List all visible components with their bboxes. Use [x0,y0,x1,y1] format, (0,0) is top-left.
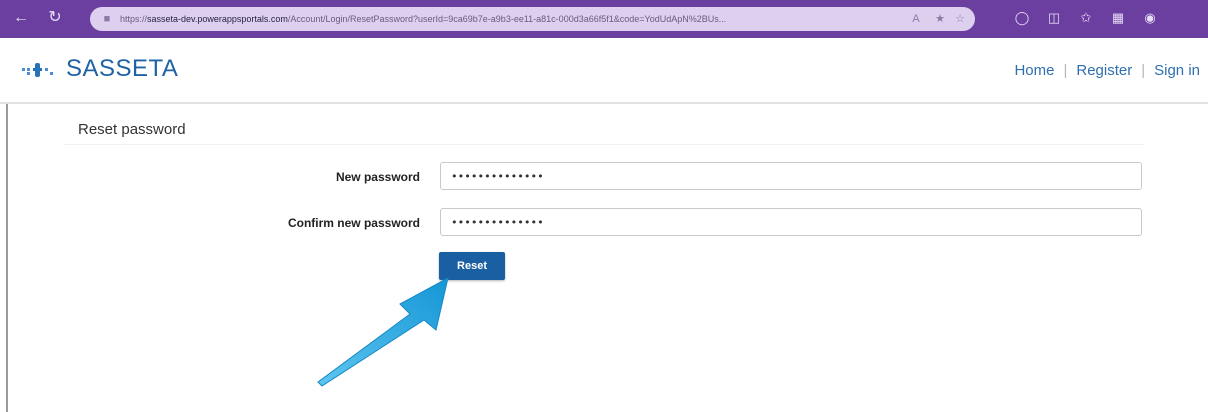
address-bar[interactable]: ■ https://sasseta-dev.powerappsportals.c… [90,7,975,31]
brand-name[interactable]: SASSETA [66,54,178,84]
favorites-icon[interactable]: ✩ [1076,8,1096,28]
nav-separator: | [1063,62,1068,79]
profile-extension-icon[interactable]: ◉ [1140,8,1160,28]
translate-icon[interactable]: A [908,11,924,27]
page-title: Reset password [78,121,186,138]
confirm-password-input[interactable] [440,208,1142,236]
split-screen-icon[interactable]: ◫ [1044,8,1064,28]
url-path: /Account/Login/ResetPassword?userId=9ca6… [287,14,727,24]
browser-toolbar: ← ↻ ■ https://sasseta-dev.powerappsporta… [0,0,1208,38]
url-scheme: https:// [120,14,148,24]
url-host: sasseta-dev.powerappsportals.com [147,14,288,24]
site-header: SASSETA Home | Register | Sign in [0,38,1208,104]
nav-register-link[interactable]: Register [1076,62,1132,79]
back-arrow-icon[interactable]: ← [10,7,32,29]
refresh-icon[interactable]: ↻ [44,7,66,29]
nav-separator: | [1141,62,1146,79]
url-text: https://sasseta-dev.powerappsportals.com… [120,12,880,26]
collections-icon[interactable]: ▦ [1108,8,1128,28]
annotation-arrow-icon [317,277,449,387]
confirm-password-label: Confirm new password [287,216,420,230]
content-left-border [6,104,8,412]
sasseta-logo-icon[interactable] [22,60,60,80]
nav-sign-in-link[interactable]: Sign in [1154,62,1200,79]
new-password-label: New password [335,170,420,184]
read-aloud-icon[interactable]: ★ [932,11,948,27]
new-password-input[interactable] [440,162,1142,190]
lock-icon[interactable]: ■ [99,11,115,27]
top-nav: Home | Register | Sign in [1014,62,1200,80]
title-divider [64,144,1144,145]
favorite-star-icon[interactable]: ☆ [952,11,968,27]
extension-icon[interactable]: ◯ [1012,8,1032,28]
nav-home-link[interactable]: Home [1014,62,1054,79]
